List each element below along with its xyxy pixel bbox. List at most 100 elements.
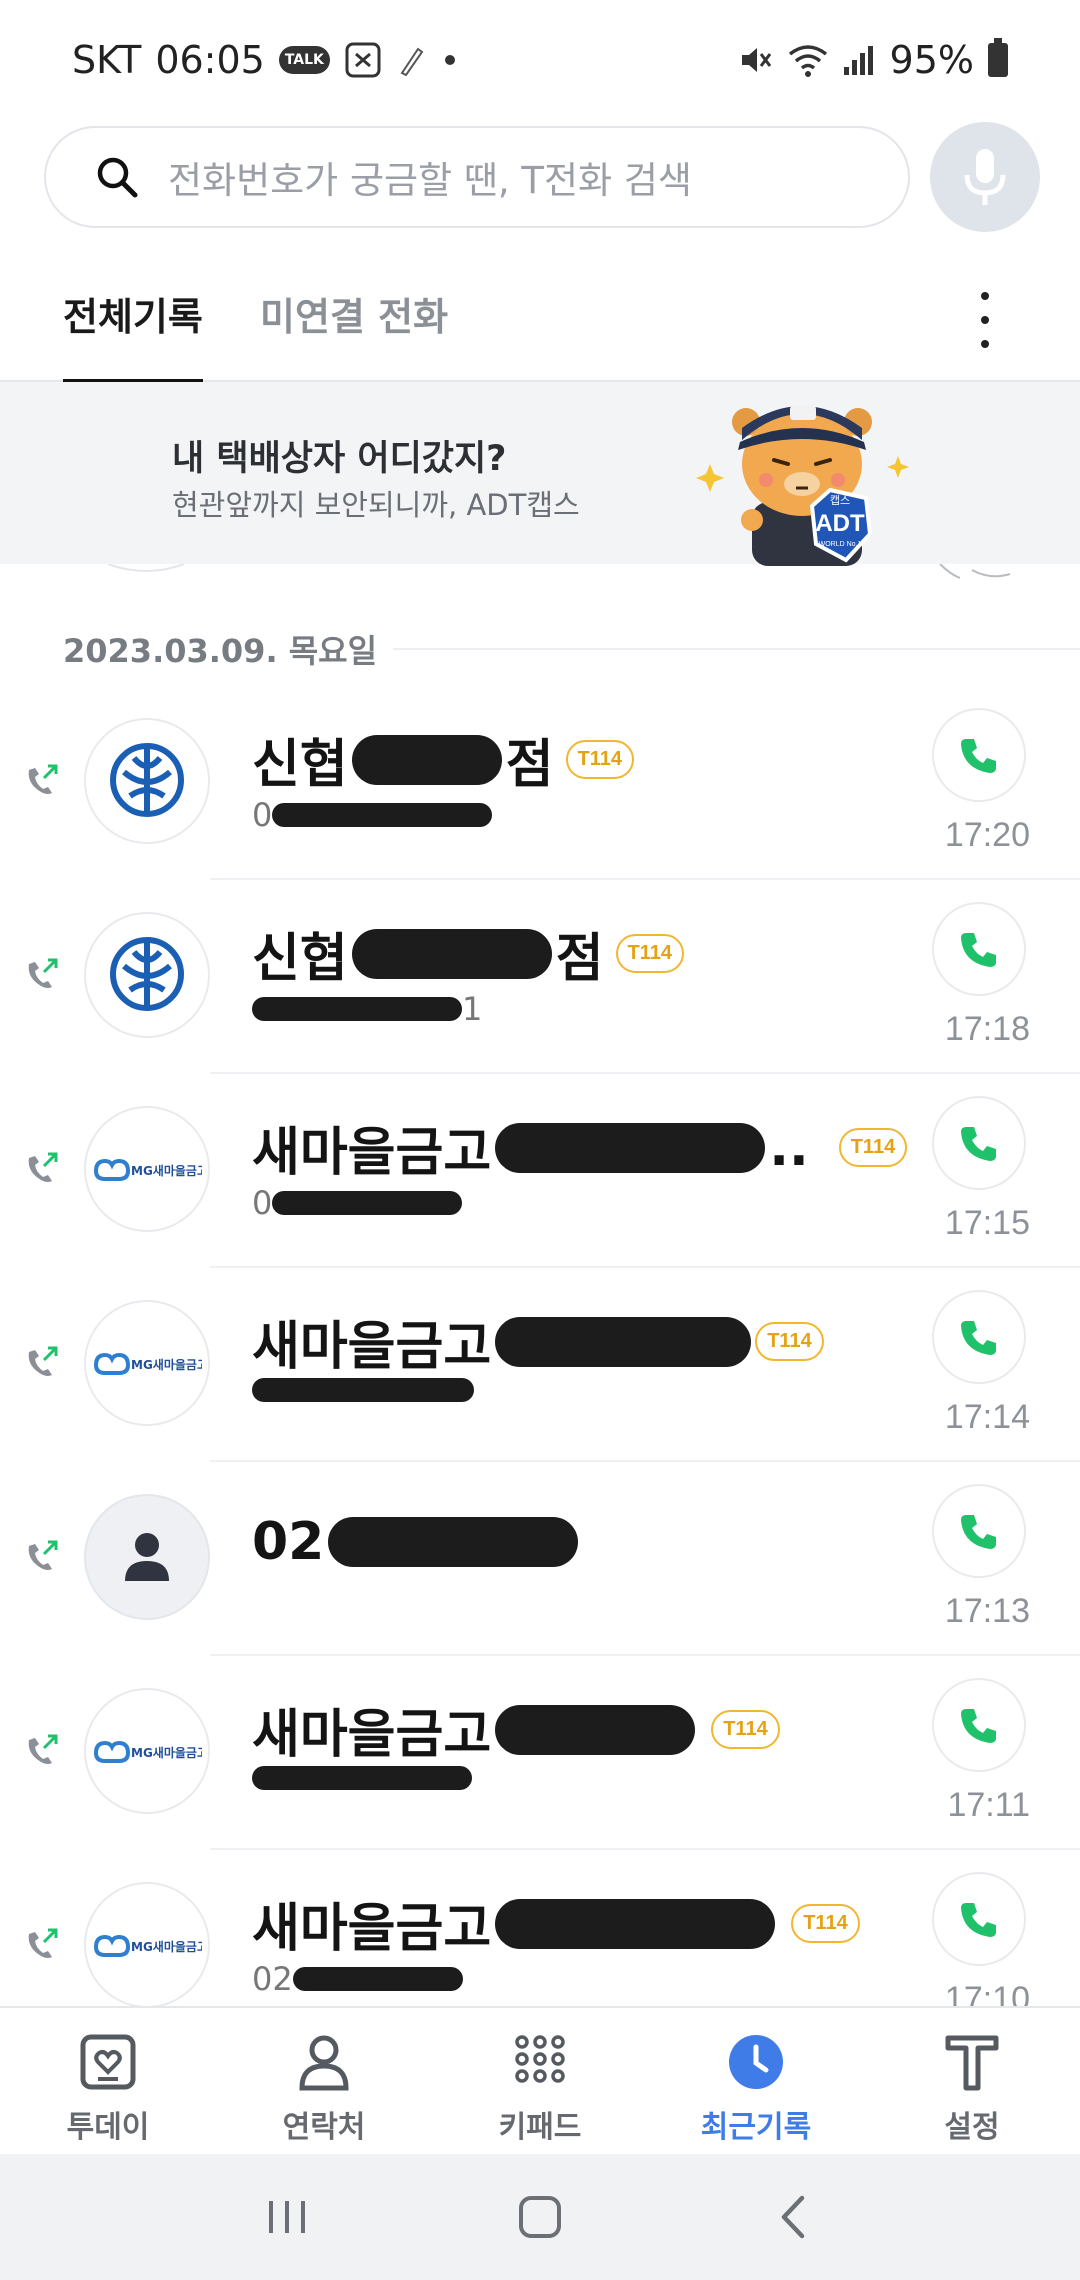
t114-badge: T114 xyxy=(615,934,685,973)
call-time: 17:13 xyxy=(944,1592,1030,1630)
more-options-icon[interactable] xyxy=(975,292,995,348)
mute-icon xyxy=(738,42,774,78)
caller-name-suffix: 점 xyxy=(555,929,604,989)
caller-name: 신협 점 T114 xyxy=(252,916,685,991)
caller-number xyxy=(252,1766,472,1790)
call-back-button[interactable] xyxy=(932,1872,1026,1966)
t114-badge: T114 xyxy=(838,1128,908,1167)
call-log-row[interactable]: MG새마을금고 새마을금고 T114 02 17:10 xyxy=(0,1850,1080,2006)
call-log-row[interactable]: 신협 점 T114 1 17:18 xyxy=(0,880,1080,1074)
redaction-mark xyxy=(495,1704,696,1755)
clock: 06:05 xyxy=(155,38,265,82)
ad-banner[interactable]: 내 택배상자 어디갔지? 현관앞까지 보안되니까, ADT캡스 캡스 ADT W… xyxy=(0,382,1080,566)
search-bar[interactable]: 전화번호가 궁금할 땐, T전화 검색 xyxy=(44,126,910,228)
mg-logo-avatar: MG새마을금고 xyxy=(84,1882,210,2006)
call-log-row[interactable]: MG새마을금고 새마을금고 T114 17:11 xyxy=(0,1656,1080,1850)
caller-name-suffix: .. xyxy=(769,1117,809,1178)
back-button[interactable] xyxy=(753,2187,833,2247)
phone-icon xyxy=(961,1127,996,1161)
caller-number: 0 xyxy=(252,1184,463,1222)
nav-label: 투데이 xyxy=(66,2110,150,2145)
signal-icon xyxy=(842,43,876,77)
caller-name: 02 xyxy=(252,1512,582,1572)
caller-name-text: 새마을금고 xyxy=(252,1317,492,1377)
mg-logo-avatar: MG새마을금고 xyxy=(84,1300,210,1426)
kakaotalk-icon: TALK xyxy=(278,46,330,74)
adt-badge-top: 캡스 xyxy=(830,494,850,507)
microphone-icon xyxy=(964,149,1006,205)
call-back-button[interactable] xyxy=(932,1096,1026,1190)
caller-number-text: 1 xyxy=(462,990,483,1028)
home-button[interactable] xyxy=(500,2187,580,2247)
call-back-button[interactable] xyxy=(932,902,1026,996)
outgoing-call-icon xyxy=(28,1540,58,1570)
nav-settings[interactable]: 설정 xyxy=(864,2008,1080,2154)
caller-number-text: 0 xyxy=(252,796,273,834)
outgoing-call-icon xyxy=(28,1928,58,1958)
redaction-mark xyxy=(495,1316,752,1367)
previous-row-peek xyxy=(0,564,1080,584)
remote-icon xyxy=(344,41,382,79)
redaction-mark xyxy=(252,997,462,1021)
bottom-navigation: 투데이 연락처 키패드 최근기록 설정 xyxy=(0,2006,1080,2154)
call-back-button[interactable] xyxy=(932,1484,1026,1578)
call-back-button[interactable] xyxy=(932,1678,1026,1772)
banner-subtitle: 현관앞까지 보안되니까, ADT캡스 xyxy=(172,488,580,522)
tab-missed-calls[interactable]: 미연결 전화 xyxy=(260,286,448,379)
call-time: 17:15 xyxy=(944,1204,1030,1242)
nav-recent[interactable]: 최근기록 xyxy=(648,2008,864,2154)
call-log-row[interactable]: 02 17:13 xyxy=(0,1462,1080,1656)
search-input[interactable]: 전화번호가 궁금할 땐, T전화 검색 xyxy=(168,150,692,204)
call-back-button[interactable] xyxy=(932,1290,1026,1384)
tab-all-history[interactable]: 전체기록 xyxy=(63,286,203,386)
battery-icon xyxy=(988,38,1008,77)
adt-badge-bottom: WORLD No.1 xyxy=(819,541,862,548)
caller-name-text: 새마을금고 xyxy=(252,1705,492,1765)
mascot-bear-image: 캡스 ADT WORLD No.1 xyxy=(690,394,920,566)
caller-name-text: 신협 xyxy=(252,929,348,989)
caller-number-text: 02 xyxy=(252,1960,293,1998)
pen-icon xyxy=(396,43,426,77)
call-history-list[interactable]: 2023.03.09. 목요일 신협 점 T114 0 17:20 신협 점 T… xyxy=(0,564,1080,2006)
shinhyup-logo-avatar xyxy=(84,718,210,844)
recent-apps-button[interactable] xyxy=(247,2187,327,2247)
adt-badge-main: ADT xyxy=(815,510,865,537)
call-log-row[interactable]: MG새마을금고 새마을금고 T114 17:14 xyxy=(0,1268,1080,1462)
caller-name-text: 신협 xyxy=(252,735,348,795)
redaction-mark xyxy=(252,1766,472,1790)
person-icon xyxy=(125,1533,169,1581)
nav-keypad[interactable]: 키패드 xyxy=(432,2008,648,2154)
outgoing-call-icon xyxy=(28,1152,58,1182)
call-time: 17:11 xyxy=(947,1786,1030,1824)
outgoing-call-icon xyxy=(28,1734,58,1764)
call-log-row[interactable]: MG새마을금고 새마을금고 .. T114 0 17:15 xyxy=(0,1074,1080,1268)
mg-logo-text: MG새마을금고 xyxy=(131,1357,202,1372)
nav-label: 최근기록 xyxy=(700,2110,812,2145)
phone-icon xyxy=(961,1903,996,1937)
t114-badge: T114 xyxy=(791,1904,860,1943)
redaction-mark xyxy=(272,1191,463,1215)
home-icon xyxy=(518,2196,561,2238)
redaction-mark xyxy=(351,928,552,979)
phone-icon xyxy=(961,1709,996,1743)
caller-number: 0 xyxy=(252,796,493,834)
back-icon xyxy=(782,2195,805,2239)
call-log-row[interactable]: 신협 점 T114 0 17:20 xyxy=(0,686,1080,880)
outgoing-call-icon xyxy=(28,764,58,794)
caller-name: 새마을금고 T114 xyxy=(252,1304,824,1379)
carrier: SKT xyxy=(72,38,142,82)
dot-icon xyxy=(440,50,460,70)
mg-logo-avatar: MG새마을금고 xyxy=(84,1688,210,1814)
nav-contacts[interactable]: 연락처 xyxy=(216,2008,432,2154)
redaction-mark xyxy=(252,1378,474,1402)
caller-name-text: 새마을금고 xyxy=(252,1123,492,1183)
call-back-button[interactable] xyxy=(932,708,1026,802)
nav-today[interactable]: 투데이 xyxy=(0,2008,216,2154)
battery-level: 95% xyxy=(889,38,974,82)
call-time: 17:10 xyxy=(944,1980,1030,2006)
caller-number xyxy=(252,1378,474,1402)
call-time: 17:18 xyxy=(944,1010,1030,1048)
status-bar: SKT 06:05 TALK 95% xyxy=(0,0,1080,120)
mg-logo-avatar: MG새마을금고 xyxy=(84,1106,210,1232)
voice-search-button[interactable] xyxy=(930,122,1040,232)
